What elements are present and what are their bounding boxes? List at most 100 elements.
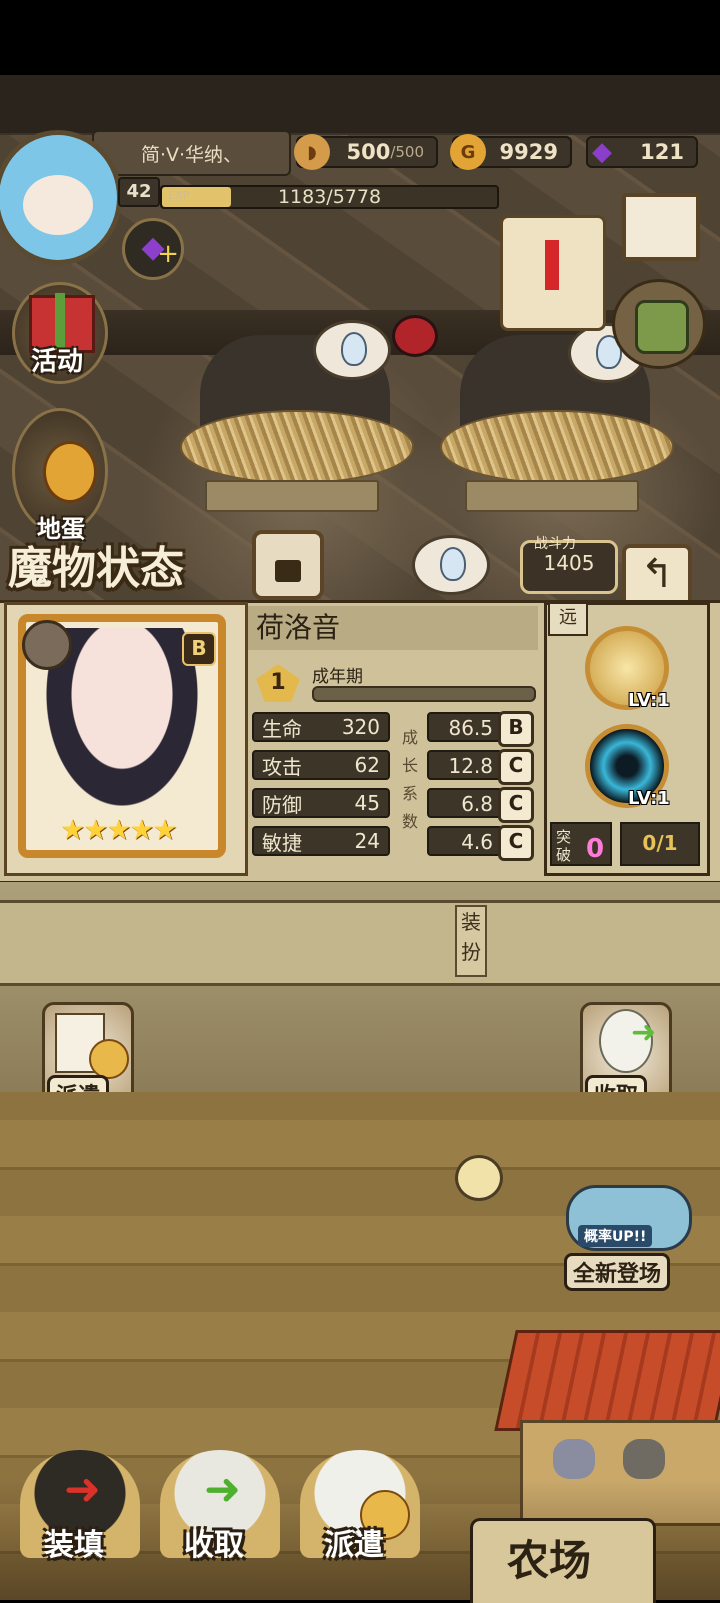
monster-name: 荷洛音 (248, 606, 538, 650)
player-avatar[interactable] (0, 130, 122, 265)
chick-character[interactable] (455, 1155, 503, 1201)
new-arrival-label: 全新登场 (564, 1253, 671, 1291)
power-value: 1405 (543, 551, 595, 575)
egg-icon (341, 332, 367, 366)
stat-row-agility: 敏捷 24 (252, 826, 390, 856)
nest-plank-left (205, 480, 379, 512)
gem-counter[interactable]: ◆ 121 (586, 136, 698, 168)
skill-2-level: LV:1 (628, 788, 670, 809)
player-level: 42 (118, 177, 160, 207)
lock-button[interactable] (252, 530, 324, 600)
backpack-icon[interactable] (612, 279, 706, 369)
mail-icon[interactable] (622, 193, 700, 261)
green-arrow-icon: ➜ (631, 1015, 657, 1050)
egg-bubble-center[interactable] (412, 535, 490, 595)
stage-progress-bar (312, 686, 536, 702)
bottom-dispatch-button[interactable]: 派遣 (300, 1450, 420, 1563)
dress-up-button[interactable]: 装 扮 (455, 905, 487, 977)
gold-coin-icon: G (450, 134, 486, 170)
bread-value: 500 (346, 140, 391, 164)
breakthrough-value: 0 (586, 834, 605, 864)
coins-icon (89, 1039, 129, 1079)
stage-number: 1 (270, 670, 286, 695)
exp-text: 1183/5778 (277, 186, 382, 208)
breakthrough-count[interactable]: 0/1 (620, 822, 700, 866)
growth-char: 长 (401, 756, 418, 775)
player-name[interactable]: 简·V·华纳、 (92, 130, 291, 176)
dress-char: 装 (461, 910, 481, 934)
bottom-dispatch-label: 派遣 (324, 1528, 384, 1563)
top-hud-background (0, 75, 720, 133)
gem-value: 121 (640, 140, 684, 164)
red-arrow-icon: ➜ (64, 1464, 101, 1515)
stat-row-defense: 防御 45 (252, 788, 390, 818)
growth-char: 成 (401, 728, 418, 747)
unlock-icon (275, 560, 301, 582)
growth-value-hp: 86.5 (427, 712, 503, 742)
exp-bar: EXP 1183/5778 (160, 185, 499, 209)
growth-grade-attack: C (498, 749, 534, 785)
egg-gacha-button[interactable]: 地蛋 (12, 408, 108, 543)
back-button[interactable]: ↰ (622, 544, 692, 608)
growth-char: 数 (401, 812, 418, 831)
stat-value: 45 (354, 791, 380, 815)
stat-label: 生命 (262, 716, 302, 741)
earth-element-icon (22, 620, 72, 670)
stat-value: 24 (354, 829, 380, 853)
skill-1-level: LV:1 (628, 690, 670, 711)
dress-char: 扮 (461, 940, 481, 964)
activity-label: 活动 (31, 347, 84, 377)
farm-button[interactable]: 农场 (470, 1518, 656, 1603)
dress-shelf (0, 900, 720, 986)
growth-grade-agility: C (498, 825, 534, 861)
plus-icon: + (157, 239, 179, 269)
nest-plank-right (465, 480, 639, 512)
farm-roof (494, 1330, 720, 1431)
stat-value: 62 (354, 753, 380, 777)
stat-row-attack: 攻击 62 (252, 750, 390, 780)
exclamation-icon (545, 240, 559, 290)
bottom-collect-label: 收取 (184, 1528, 244, 1563)
horse-icon (623, 1439, 665, 1479)
quest-scroll-icon[interactable] (500, 215, 606, 331)
page-title: 魔物状态 (8, 543, 184, 594)
egg-bubble-left[interactable] (313, 320, 391, 380)
load-button[interactable]: ➜ 装填 (20, 1450, 140, 1563)
bottom-collect-button[interactable]: ➜ 收取 (160, 1450, 280, 1563)
buy-gem-button[interactable]: ◆ + (122, 218, 184, 280)
load-label: 装填 (44, 1528, 104, 1563)
purple-gem-icon: ◆ (592, 137, 612, 167)
farm-label: 农场 (507, 1536, 592, 1585)
stat-row-hp: 生命 320 (252, 712, 390, 742)
battle-power: 战斗力 1405 (520, 536, 618, 594)
growth-char: 系 (401, 784, 418, 803)
bread-max: /500 (390, 143, 424, 161)
nest-right[interactable] (440, 410, 674, 484)
stage-name: 成年期 (312, 667, 363, 687)
bread-counter[interactable]: ◗ 500 /500 (294, 134, 438, 170)
nest-left[interactable] (180, 410, 414, 484)
growth-value-defense: 6.8 (427, 788, 503, 818)
bag-shape (635, 300, 689, 354)
green-arrow-icon: ➜ (204, 1464, 241, 1515)
rate-up-label: 概率UP!! (578, 1225, 653, 1247)
power-label: 战斗力 (534, 536, 576, 552)
stat-label: 防御 (262, 792, 302, 817)
avatar-face (23, 175, 93, 235)
egg-icon (440, 547, 466, 581)
bread-icon: ◗ (294, 134, 330, 170)
activity-button[interactable]: 活动 (12, 282, 108, 384)
ladybug-icon (392, 315, 438, 357)
golden-egg-icon (43, 441, 97, 503)
growth-value-attack: 12.8 (427, 750, 503, 780)
growth-coefficient-label: 成 长 系 数 (400, 714, 420, 836)
growth-grade-hp: B (498, 711, 534, 747)
attack-range-tag: 远 (548, 602, 588, 636)
gold-value: 9929 (499, 140, 558, 164)
growth-value-agility: 4.6 (427, 826, 503, 856)
stat-label: 攻击 (262, 754, 302, 779)
horse-icon (553, 1439, 595, 1479)
gold-counter[interactable]: G 9929 (450, 134, 572, 170)
new-arrival-banner[interactable]: 概率UP!! 全新登场 (556, 1185, 696, 1291)
star-rating: ★★★★★ (60, 813, 178, 846)
